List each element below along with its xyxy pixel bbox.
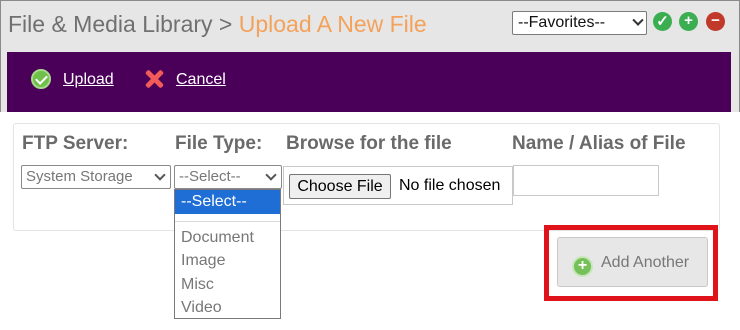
ftp-server-header: FTP Server: bbox=[22, 133, 129, 154]
cancel-button[interactable]: Cancel bbox=[144, 70, 226, 92]
page-title: File & Media Library > Upload A New File bbox=[8, 11, 427, 38]
chevron-down-icon bbox=[632, 14, 644, 26]
dropdown-option-document[interactable]: Document bbox=[175, 226, 280, 250]
upload-button[interactable]: Upload bbox=[31, 69, 114, 92]
plus-icon[interactable]: + bbox=[679, 12, 698, 31]
ftp-server-value: System Storage bbox=[26, 168, 133, 185]
breadcrumb-section[interactable]: File & Media Library bbox=[8, 11, 213, 37]
add-another-button[interactable]: + Add Another bbox=[557, 237, 708, 287]
chevron-down-icon bbox=[154, 169, 166, 181]
dropdown-option-selected[interactable]: --Select-- bbox=[175, 190, 280, 214]
choose-file-button[interactable]: Choose File bbox=[289, 174, 391, 199]
file-type-value: --Select-- bbox=[179, 168, 241, 185]
alias-input[interactable] bbox=[513, 165, 659, 196]
chevron-down-icon bbox=[265, 169, 277, 181]
check-icon[interactable]: ✓ bbox=[653, 12, 672, 31]
file-type-select[interactable]: --Select-- bbox=[174, 165, 282, 189]
no-file-text: No file chosen bbox=[399, 177, 501, 194]
breadcrumb-current: Upload A New File bbox=[238, 11, 427, 37]
file-type-dropdown: --Select-- Document Image Misc Video bbox=[174, 189, 281, 319]
file-type-header: File Type: bbox=[175, 133, 263, 154]
upload-label: Upload bbox=[63, 71, 114, 89]
breadcrumb-separator: > bbox=[218, 11, 233, 37]
dropdown-option-image[interactable]: Image bbox=[175, 249, 280, 273]
dropdown-option-video[interactable]: Video bbox=[175, 296, 280, 320]
cancel-label: Cancel bbox=[176, 71, 226, 89]
favorites-select[interactable]: --Favorites-- bbox=[512, 11, 647, 35]
file-picker: Choose File No file chosen bbox=[283, 166, 513, 205]
add-another-label: Add Another bbox=[601, 254, 690, 271]
favorites-value: --Favorites-- bbox=[518, 14, 606, 31]
dropdown-separator bbox=[175, 220, 280, 222]
check-circle-icon bbox=[31, 69, 51, 89]
dropdown-option-misc[interactable]: Misc bbox=[175, 273, 280, 297]
browse-header: Browse for the file bbox=[286, 133, 452, 154]
minus-icon[interactable]: − bbox=[706, 12, 725, 31]
plus-circle-icon: + bbox=[572, 256, 593, 277]
close-icon bbox=[144, 69, 164, 89]
action-toolbar: Upload Cancel bbox=[7, 52, 731, 112]
alias-header: Name / Alias of File bbox=[512, 133, 686, 154]
ftp-server-select[interactable]: System Storage bbox=[21, 165, 171, 189]
